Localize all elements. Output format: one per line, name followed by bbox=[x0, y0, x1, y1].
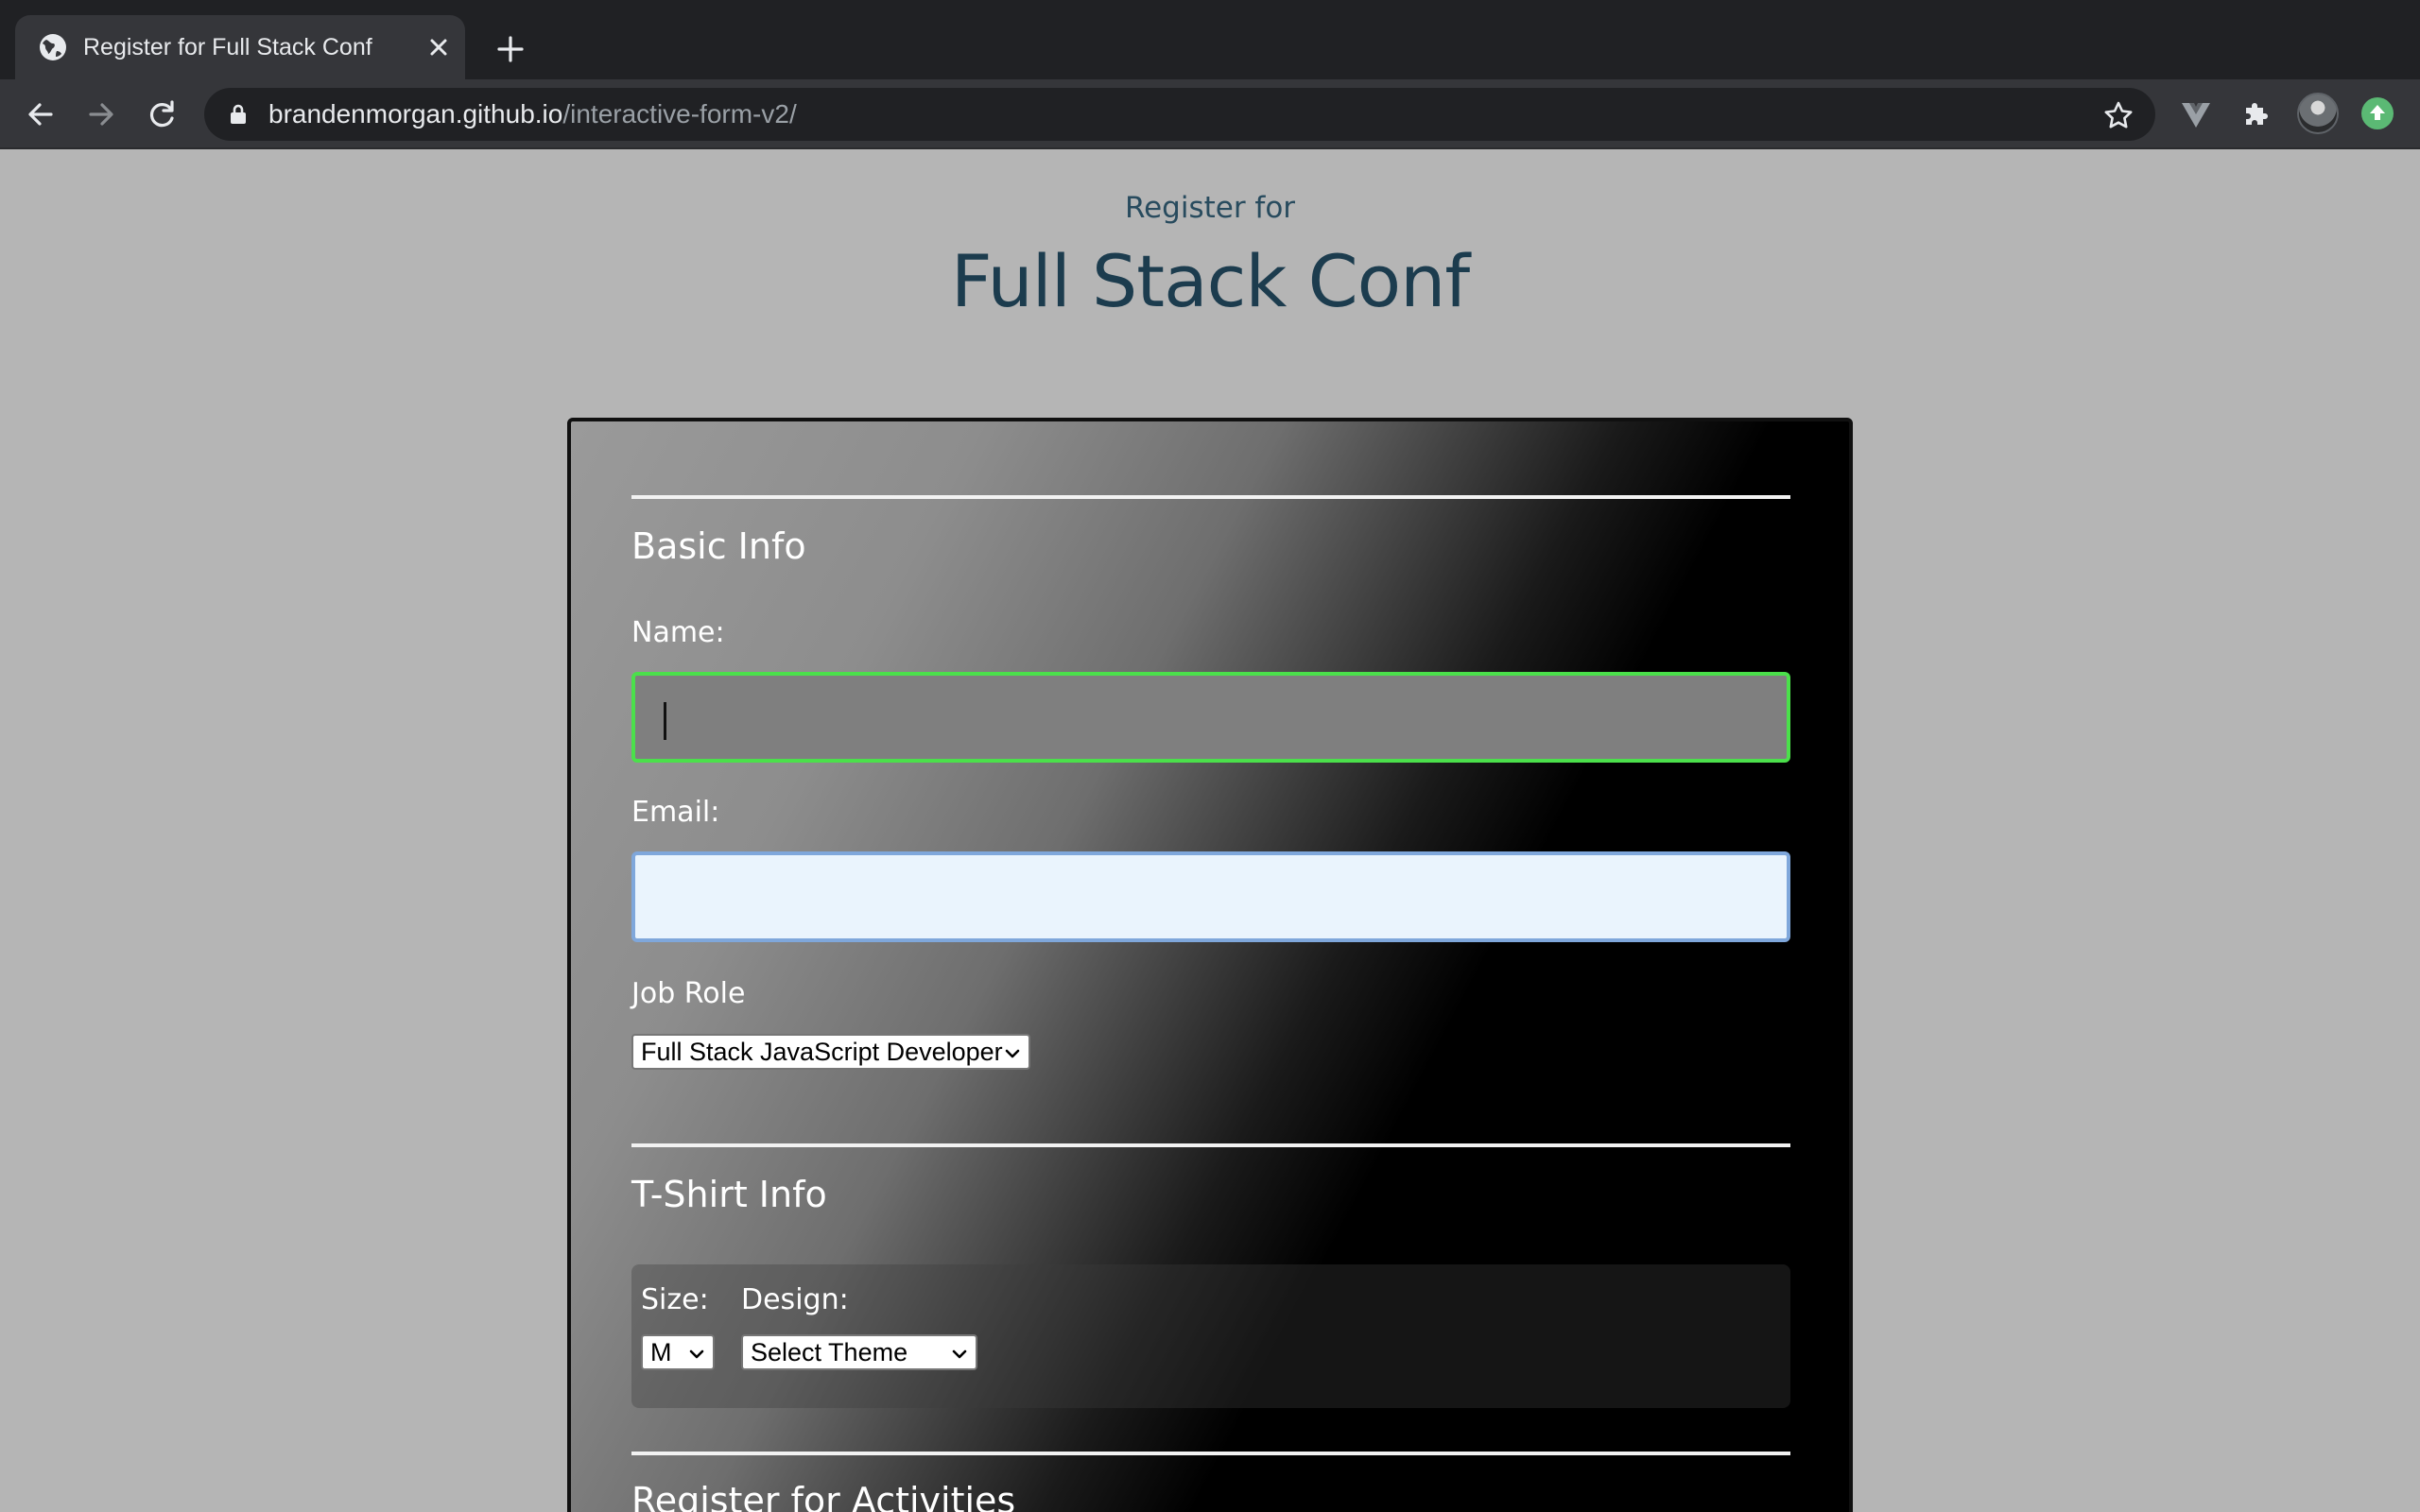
close-tab-icon[interactable] bbox=[424, 32, 454, 62]
page-header: Register for Full Stack Conf bbox=[0, 189, 2420, 329]
size-select[interactable]: M bbox=[641, 1334, 715, 1370]
chevron-down-icon bbox=[689, 1349, 704, 1359]
url-text: brandenmorgan.github.io/interactive-form… bbox=[268, 97, 797, 131]
browser-tab[interactable]: Register for Full Stack Conf bbox=[15, 15, 465, 79]
url-path: /interactive-form-v2/ bbox=[562, 99, 797, 129]
size-label: Size: bbox=[641, 1283, 709, 1316]
section-divider bbox=[631, 495, 1790, 499]
address-bar[interactable]: brandenmorgan.github.io/interactive-form… bbox=[204, 88, 2155, 141]
update-arrow-icon[interactable] bbox=[2361, 97, 2394, 129]
profile-avatar[interactable] bbox=[2297, 93, 2339, 134]
new-tab-plus-icon[interactable] bbox=[492, 30, 529, 68]
email-field[interactable] bbox=[631, 851, 1790, 942]
size-selected-value: M bbox=[650, 1338, 672, 1366]
email-label: Email: bbox=[631, 796, 720, 829]
job-role-selected-value: Full Stack JavaScript Developer bbox=[641, 1038, 1003, 1066]
chevron-down-icon bbox=[952, 1349, 967, 1359]
job-role-label: Job Role bbox=[631, 977, 746, 1010]
name-label: Name: bbox=[631, 616, 725, 649]
activities-legend: Register for Activities bbox=[631, 1480, 1016, 1512]
registration-form: Basic Info Name: Email: Job Role Full St… bbox=[567, 418, 1853, 1512]
forward-arrow-icon[interactable] bbox=[83, 96, 119, 132]
lock-icon[interactable] bbox=[227, 103, 250, 126]
tshirt-options-panel: Size: Design: M Select Theme bbox=[631, 1264, 1790, 1408]
vue-devtools-extension-icon[interactable] bbox=[2178, 96, 2214, 132]
bookmark-star-icon[interactable] bbox=[2102, 99, 2135, 131]
browser-toolbar: brandenmorgan.github.io/interactive-form… bbox=[0, 79, 2420, 149]
job-role-select[interactable]: Full Stack JavaScript Developer bbox=[631, 1034, 1030, 1070]
browser-tab-strip: Register for Full Stack Conf bbox=[0, 0, 2420, 79]
design-label: Design: bbox=[741, 1283, 849, 1316]
basic-info-legend: Basic Info bbox=[631, 525, 806, 567]
url-host: brandenmorgan.github.io bbox=[268, 99, 563, 129]
globe-icon bbox=[40, 34, 66, 60]
section-divider bbox=[631, 1452, 1790, 1455]
extensions-puzzle-icon[interactable] bbox=[2238, 96, 2274, 132]
back-arrow-icon[interactable] bbox=[23, 96, 59, 132]
name-field[interactable] bbox=[631, 672, 1790, 763]
tab-title: Register for Full Stack Conf bbox=[83, 34, 372, 60]
design-select[interactable]: Select Theme bbox=[741, 1334, 977, 1370]
reload-icon[interactable] bbox=[144, 96, 180, 132]
section-divider bbox=[631, 1143, 1790, 1147]
design-selected-value: Select Theme bbox=[751, 1338, 908, 1366]
text-cursor bbox=[664, 702, 666, 740]
tshirt-info-legend: T-Shirt Info bbox=[631, 1174, 827, 1215]
page-title: Full Stack Conf bbox=[950, 239, 1470, 323]
chevron-down-icon bbox=[1005, 1049, 1020, 1058]
page-pre-title: Register for bbox=[1124, 191, 1296, 225]
